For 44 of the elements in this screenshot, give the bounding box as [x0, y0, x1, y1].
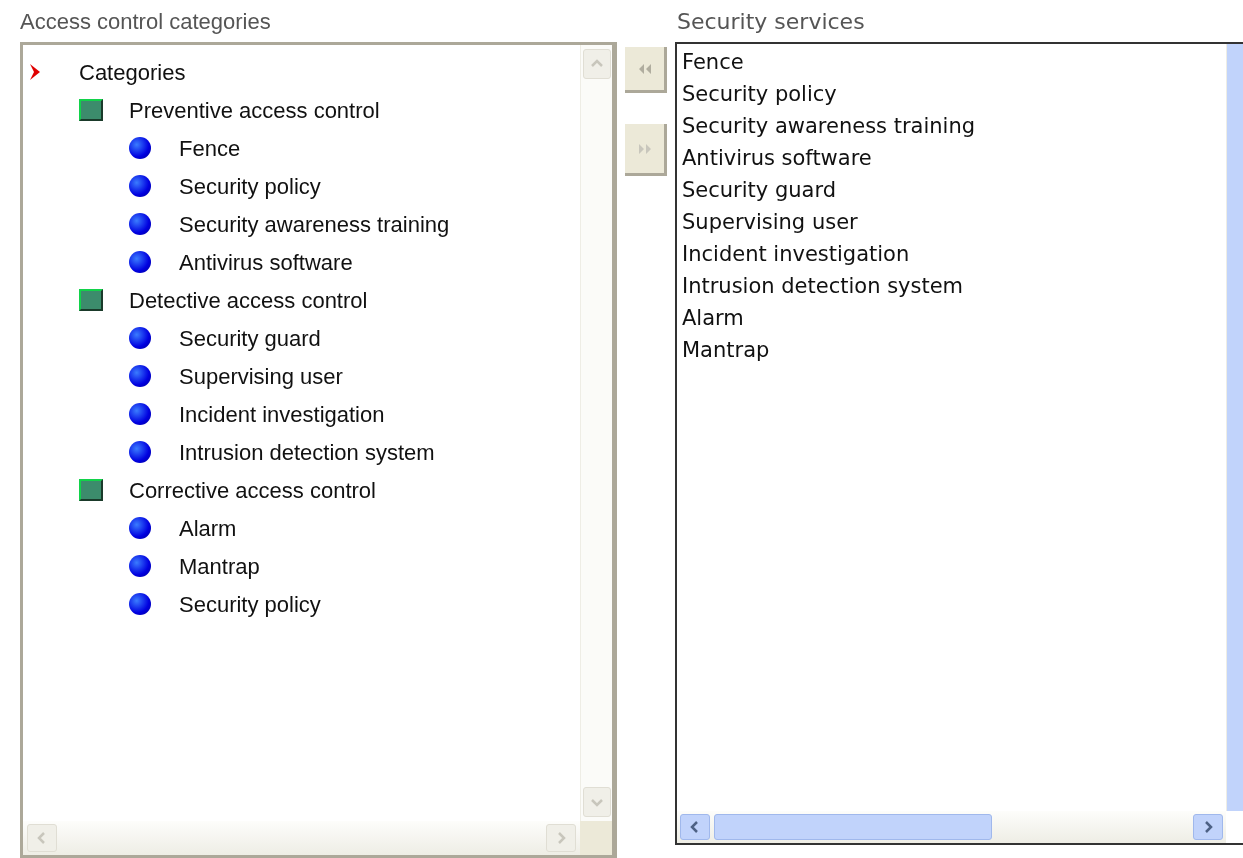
- double-left-arrow-icon: [637, 62, 652, 75]
- list-item[interactable]: Incident investigation: [682, 238, 1226, 270]
- list-item[interactable]: Security policy: [682, 78, 1226, 110]
- tree-item[interactable]: Alarm: [179, 511, 237, 545]
- arrow-icon: [29, 63, 41, 81]
- move-right-button[interactable]: [625, 124, 667, 176]
- square-icon: [79, 99, 103, 121]
- list-item[interactable]: Fence: [682, 46, 1226, 78]
- tree-item[interactable]: Supervising user: [179, 359, 343, 393]
- tree-item[interactable]: Detective access control: [129, 283, 368, 317]
- scroll-up-button[interactable]: [582, 49, 611, 79]
- list-item[interactable]: Supervising user: [682, 206, 1226, 238]
- scrollbar-thumb[interactable]: [714, 814, 992, 840]
- list-item[interactable]: Security guard: [682, 174, 1226, 206]
- tree-item[interactable]: Mantrap: [179, 549, 260, 583]
- list-item[interactable]: Mantrap: [682, 334, 1226, 366]
- list-item[interactable]: Intrusion detection system: [682, 270, 1226, 302]
- scroll-right-button[interactable]: [1193, 814, 1223, 840]
- vertical-scrollbar[interactable]: [1226, 44, 1243, 811]
- horizontal-scrollbar[interactable]: [677, 811, 1226, 843]
- tree-item[interactable]: Antivirus software: [179, 245, 353, 279]
- scroll-left-button[interactable]: [680, 814, 710, 840]
- tree-item[interactable]: Intrusion detection system: [179, 435, 435, 469]
- panel-label: Security services: [676, 8, 866, 36]
- panel-label: Access control categories: [20, 8, 272, 36]
- tree-item[interactable]: Security guard: [179, 321, 321, 355]
- tree-item[interactable]: Corrective access control: [129, 473, 376, 507]
- tree-item[interactable]: Security policy: [179, 587, 321, 621]
- tree-item[interactable]: Security awareness training: [179, 207, 450, 241]
- list-item[interactable]: Alarm: [682, 302, 1226, 334]
- scrollbar-corner: [580, 821, 612, 855]
- square-icon: [79, 479, 103, 501]
- tree-item[interactable]: Preventive access control: [129, 93, 380, 127]
- double-right-arrow-icon: [637, 142, 652, 155]
- list-item[interactable]: Antivirus software: [682, 142, 1226, 174]
- list-item[interactable]: Security awareness training: [682, 110, 1226, 142]
- tree-item[interactable]: Incident investigation: [179, 397, 385, 431]
- scroll-down-button[interactable]: [582, 787, 611, 817]
- tree-item[interactable]: Fence: [179, 131, 241, 165]
- tree-item[interactable]: Categories: [79, 55, 186, 89]
- vertical-scrollbar[interactable]: [580, 45, 612, 821]
- tree-item[interactable]: Security policy: [179, 169, 321, 203]
- square-icon: [79, 289, 103, 311]
- move-left-button[interactable]: [625, 47, 667, 93]
